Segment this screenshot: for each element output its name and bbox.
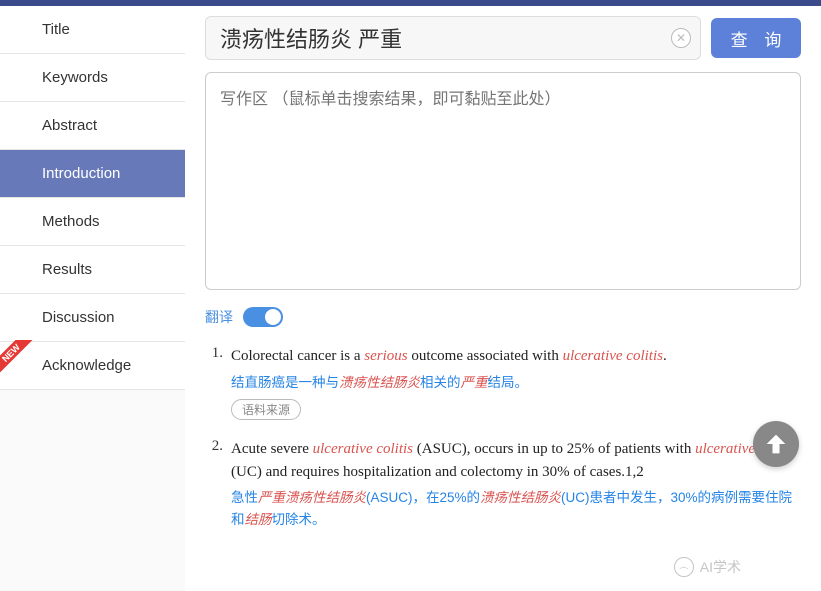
- result-body: Colorectal cancer is a serious outcome a…: [231, 345, 801, 420]
- sidebar-item-discussion[interactable]: Discussion: [0, 294, 185, 342]
- sidebar-item-label: Title: [42, 21, 70, 38]
- result-item[interactable]: 1.Colorectal cancer is a serious outcome…: [205, 345, 801, 420]
- result-body: Acute severe ulcerative colitis (ASUC), …: [231, 438, 801, 530]
- sidebar-item-label: Introduction: [42, 165, 120, 182]
- sidebar-item-label: Methods: [42, 213, 100, 230]
- arrow-up-icon: [762, 430, 790, 458]
- sidebar-item-label: Discussion: [42, 309, 115, 326]
- results-list: 1.Colorectal cancer is a serious outcome…: [205, 345, 801, 530]
- wechat-icon: ෴: [674, 557, 694, 577]
- sidebar-item-title[interactable]: Title: [0, 6, 185, 54]
- query-button[interactable]: 查 询: [711, 18, 801, 58]
- sidebar-item-label: Abstract: [42, 117, 97, 134]
- sidebar-item-label: Acknowledge: [42, 357, 131, 374]
- translate-label: 翻译: [205, 307, 233, 327]
- watermark-text: AI学术: [700, 557, 741, 577]
- highlight-term: 溃疡性结肠炎: [339, 375, 420, 390]
- sidebar: Title Keywords Abstract Introduction Methods…: [0, 6, 185, 591]
- highlight-term: 严重溃疡性结肠炎: [258, 490, 366, 505]
- result-chinese: 结直肠癌是一种与溃疡性结肠炎相关的严重结局。: [231, 372, 801, 394]
- highlight-term: 结肠: [245, 512, 272, 527]
- corpus-source-button[interactable]: 语料来源: [231, 399, 301, 420]
- sidebar-item-label: Keywords: [42, 69, 108, 86]
- result-number: 2.: [205, 438, 231, 530]
- writing-area[interactable]: [205, 72, 801, 290]
- sidebar-item-acknowledge[interactable]: NEW Acknowledge: [0, 342, 185, 390]
- result-english: Colorectal cancer is a serious outcome a…: [231, 345, 801, 368]
- sidebar-item-abstract[interactable]: Abstract: [0, 102, 185, 150]
- clear-search-icon[interactable]: ✕: [671, 28, 691, 48]
- highlight-term: 严重: [461, 375, 488, 390]
- watermark: ෴ AI学术: [674, 557, 741, 577]
- highlight-term: ulcerative colitis: [313, 441, 413, 457]
- main-content: ✕ 查 询 翻译 1.Colorectal cancer is a seriou…: [185, 6, 821, 591]
- result-chinese: 急性严重溃疡性结肠炎(ASUC)，在25%的溃疡性结肠炎(UC)患者中发生，30…: [231, 487, 801, 530]
- sidebar-item-label: Results: [42, 261, 92, 278]
- highlight-term: ulcerative colitis: [563, 348, 663, 364]
- result-number: 1.: [205, 345, 231, 420]
- sidebar-item-methods[interactable]: Methods: [0, 198, 185, 246]
- new-badge-icon: NEW: [0, 340, 36, 378]
- search-input[interactable]: [205, 16, 701, 60]
- sidebar-item-introduction[interactable]: Introduction: [0, 150, 185, 198]
- sidebar-item-results[interactable]: Results: [0, 246, 185, 294]
- result-english: Acute severe ulcerative colitis (ASUC), …: [231, 438, 801, 483]
- scroll-top-button[interactable]: [753, 421, 799, 467]
- result-item[interactable]: 2.Acute severe ulcerative colitis (ASUC)…: [205, 438, 801, 530]
- highlight-term: serious: [364, 348, 407, 364]
- sidebar-item-keywords[interactable]: Keywords: [0, 54, 185, 102]
- highlight-term: 溃疡性结肠炎: [480, 490, 561, 505]
- translate-toggle[interactable]: [243, 307, 283, 327]
